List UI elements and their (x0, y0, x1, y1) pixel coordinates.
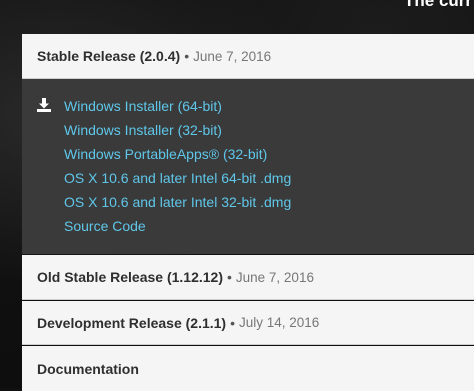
documentation-heading[interactable]: Documentation (22, 346, 474, 391)
osx-64-dmg-link[interactable]: OS X 10.6 and later Intel 64-bit .dmg (64, 170, 291, 186)
development-release-title: Development Release (2.1.1) (37, 314, 227, 331)
list-item: Source Code (64, 214, 474, 238)
stable-release-title: Stable Release (2.0.4) (37, 48, 181, 64)
heading-separator: • (230, 314, 235, 331)
list-item: Windows Installer (64-bit) (64, 94, 474, 118)
source-code-link[interactable]: Source Code (64, 218, 146, 234)
stable-release-heading[interactable]: Stable Release (2.0.4) • June 7, 2016 (22, 34, 474, 79)
windows-portableapps-link[interactable]: Windows PortableApps® (32-bit) (64, 146, 267, 162)
download-icon (37, 98, 51, 112)
download-links-list: Windows Installer (64-bit) Windows Insta… (22, 94, 474, 238)
list-item: OS X 10.6 and later Intel 32-bit .dmg (64, 190, 474, 214)
list-item: Windows Installer (32-bit) (64, 118, 474, 142)
heading-separator: • (226, 269, 232, 285)
development-release-heading[interactable]: Development Release (2.1.1) • July 14, 2… (22, 301, 474, 345)
old-stable-release-title: Old Stable Release (1.12.12) (37, 269, 223, 285)
old-stable-release-date: June 7, 2016 (235, 269, 314, 285)
windows-installer-64-link[interactable]: Windows Installer (64-bit) (64, 98, 222, 114)
list-item: OS X 10.6 and later Intel 64-bit .dmg (64, 166, 474, 190)
list-item: Windows PortableApps® (32-bit) (64, 142, 474, 166)
osx-32-dmg-link[interactable]: OS X 10.6 and later Intel 32-bit .dmg (64, 194, 291, 210)
documentation-title: Documentation (37, 360, 139, 377)
development-release-date: July 14, 2016 (239, 315, 320, 330)
stable-release-downloads: Windows Installer (64-bit) Windows Insta… (22, 79, 474, 254)
release-panel: Stable Release (2.0.4) • June 7, 2016 Wi… (22, 34, 474, 391)
stable-release-date: June 7, 2016 (193, 48, 272, 64)
windows-installer-32-link[interactable]: Windows Installer (32-bit) (64, 122, 222, 138)
old-stable-release-heading[interactable]: Old Stable Release (1.12.12) • June 7, 2… (22, 255, 474, 300)
page-intro-text: The curr (404, 0, 473, 10)
heading-separator: • (184, 48, 190, 64)
